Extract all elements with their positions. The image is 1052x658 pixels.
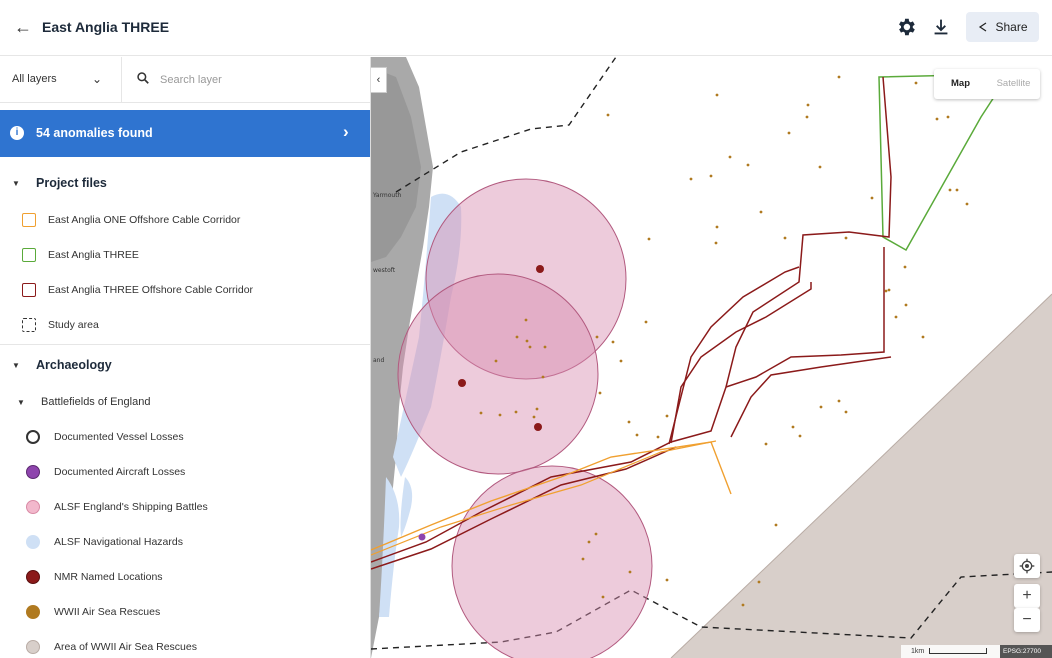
cable-corridor-three bbox=[730, 356, 892, 438]
arrow-left-icon[interactable]: ← bbox=[14, 17, 32, 38]
search-input[interactable] bbox=[160, 69, 360, 91]
layer-label: East Anglia ONE Offshore Cable Corridor bbox=[48, 214, 241, 226]
layer-item[interactable]: East Anglia ONE Offshore Cable Corridor bbox=[0, 203, 370, 237]
layer-item[interactable]: East Anglia THREE bbox=[0, 238, 370, 272]
east-anglia-three-boundary bbox=[878, 73, 1011, 252]
layer-item[interactable]: ALSF Navigational Hazards bbox=[0, 525, 370, 559]
layer-label: ALSF Navigational Hazards bbox=[54, 536, 183, 548]
place-label: westoft bbox=[373, 267, 396, 274]
cable-corridor-three bbox=[670, 282, 812, 444]
map-canvas[interactable]: Yarmouth westoft and bbox=[371, 57, 1052, 658]
square-symbol bbox=[22, 248, 36, 262]
layer-item[interactable]: Study area bbox=[0, 308, 370, 342]
hollow-circle-symbol bbox=[26, 430, 40, 444]
caret-down-icon[interactable]: ▼ bbox=[12, 361, 24, 370]
aircraft-loss-dot bbox=[418, 533, 426, 541]
layer-filter-dropdown[interactable]: All layers bbox=[12, 73, 57, 85]
layer-item[interactable]: Documented Aircraft Losses bbox=[0, 455, 370, 489]
layer-label: Documented Vessel Losses bbox=[54, 431, 184, 443]
layer-label: East Anglia THREE bbox=[48, 249, 139, 261]
layer-item[interactable]: NMR Named Locations bbox=[0, 560, 370, 594]
study-area-boundary bbox=[395, 57, 617, 193]
square-symbol bbox=[22, 213, 36, 227]
shipping-battle-circle bbox=[451, 465, 653, 658]
share-button[interactable]: Share bbox=[966, 12, 1039, 42]
chevron-right-icon[interactable]: › bbox=[343, 122, 349, 142]
layer-item[interactable]: Documented Vessel Losses bbox=[0, 420, 370, 454]
layer-item[interactable]: ALSF England's Shipping Battles bbox=[0, 490, 370, 524]
layer-item[interactable]: Area of WWII Air Sea Rescues bbox=[0, 630, 370, 658]
caret-down-icon[interactable]: ▼ bbox=[17, 398, 29, 407]
zoom-in-button[interactable]: + bbox=[1014, 584, 1040, 608]
navigational-hazard-area bbox=[400, 477, 413, 537]
scale-line bbox=[929, 648, 987, 654]
layer-label: Documented Aircraft Losses bbox=[54, 466, 186, 478]
anomalies-count: 54 anomalies found bbox=[36, 126, 153, 140]
layer-filter-row: All layers ⌄ bbox=[0, 57, 370, 103]
layer-label: East Anglia THREE Offshore Cable Corrido… bbox=[48, 284, 254, 296]
gear-icon[interactable] bbox=[895, 16, 917, 38]
epsg-label: EPSG:27700 bbox=[1000, 645, 1052, 658]
layer-item[interactable]: East Anglia THREE Offshore Cable Corrido… bbox=[0, 273, 370, 307]
layers-sidebar: All layers ⌄ i 54 anomalies found › ▼ Pro… bbox=[0, 57, 371, 658]
layer-label: Study area bbox=[48, 319, 99, 331]
download-icon[interactable] bbox=[930, 16, 952, 38]
divider bbox=[0, 344, 370, 345]
app-header: ← East Anglia THREE Share bbox=[0, 0, 1052, 56]
map-view[interactable]: ‹ Yarmouth westoft and Map Satellite + −… bbox=[371, 57, 1052, 658]
cable-corridor-three bbox=[725, 247, 885, 388]
info-icon: i bbox=[10, 126, 24, 140]
chevron-left-icon[interactable]: ‹ bbox=[371, 67, 387, 93]
chevron-down-icon[interactable]: ⌄ bbox=[92, 72, 102, 86]
circle-symbol bbox=[26, 535, 40, 549]
nmr-location-dot bbox=[458, 379, 466, 387]
layer-label: WWII Air Sea Rescues bbox=[54, 606, 161, 618]
circle-symbol bbox=[26, 640, 40, 654]
scale-label: 1km bbox=[911, 648, 925, 655]
square-symbol bbox=[22, 283, 36, 297]
anomalies-banner[interactable]: i 54 anomalies found › bbox=[0, 110, 370, 157]
map-toggle-satellite[interactable]: Satellite bbox=[987, 69, 1040, 99]
subgroup-title: Battlefields of England bbox=[41, 396, 151, 408]
divider bbox=[121, 57, 122, 103]
circle-symbol bbox=[26, 570, 40, 584]
circle-symbol bbox=[26, 465, 40, 479]
locate-icon[interactable] bbox=[1014, 554, 1040, 578]
section-title: Archaeology bbox=[36, 358, 112, 372]
share-label: Share bbox=[995, 20, 1028, 34]
search-icon bbox=[137, 72, 149, 84]
layer-item[interactable]: WWII Air Sea Rescues bbox=[0, 595, 370, 629]
section-title: Project files bbox=[36, 176, 107, 190]
subgroup-battlefields[interactable]: ▼ Battlefields of England bbox=[5, 396, 150, 408]
dashed-square-symbol bbox=[22, 318, 36, 332]
shipping-battle-circle bbox=[397, 273, 599, 475]
section-archaeology[interactable]: ▼ Archaeology bbox=[0, 358, 370, 372]
section-project-files[interactable]: ▼ Project files bbox=[0, 176, 370, 190]
caret-down-icon[interactable]: ▼ bbox=[12, 179, 24, 188]
place-label: Yarmouth bbox=[372, 192, 402, 199]
nmr-location-dot bbox=[534, 423, 542, 431]
map-type-toggle[interactable]: Map Satellite bbox=[934, 69, 1040, 99]
layer-label: ALSF England's Shipping Battles bbox=[54, 501, 208, 513]
layer-label: Area of WWII Air Sea Rescues bbox=[54, 641, 197, 653]
map-toggle-map[interactable]: Map bbox=[934, 69, 987, 99]
share-icon bbox=[979, 22, 987, 32]
layer-label: NMR Named Locations bbox=[54, 571, 163, 583]
circle-symbol bbox=[26, 500, 40, 514]
place-label: and bbox=[373, 357, 384, 364]
page-title: East Anglia THREE bbox=[42, 19, 170, 35]
circle-symbol bbox=[26, 605, 40, 619]
nmr-location-dot bbox=[536, 265, 544, 273]
zoom-out-button[interactable]: − bbox=[1014, 608, 1040, 632]
